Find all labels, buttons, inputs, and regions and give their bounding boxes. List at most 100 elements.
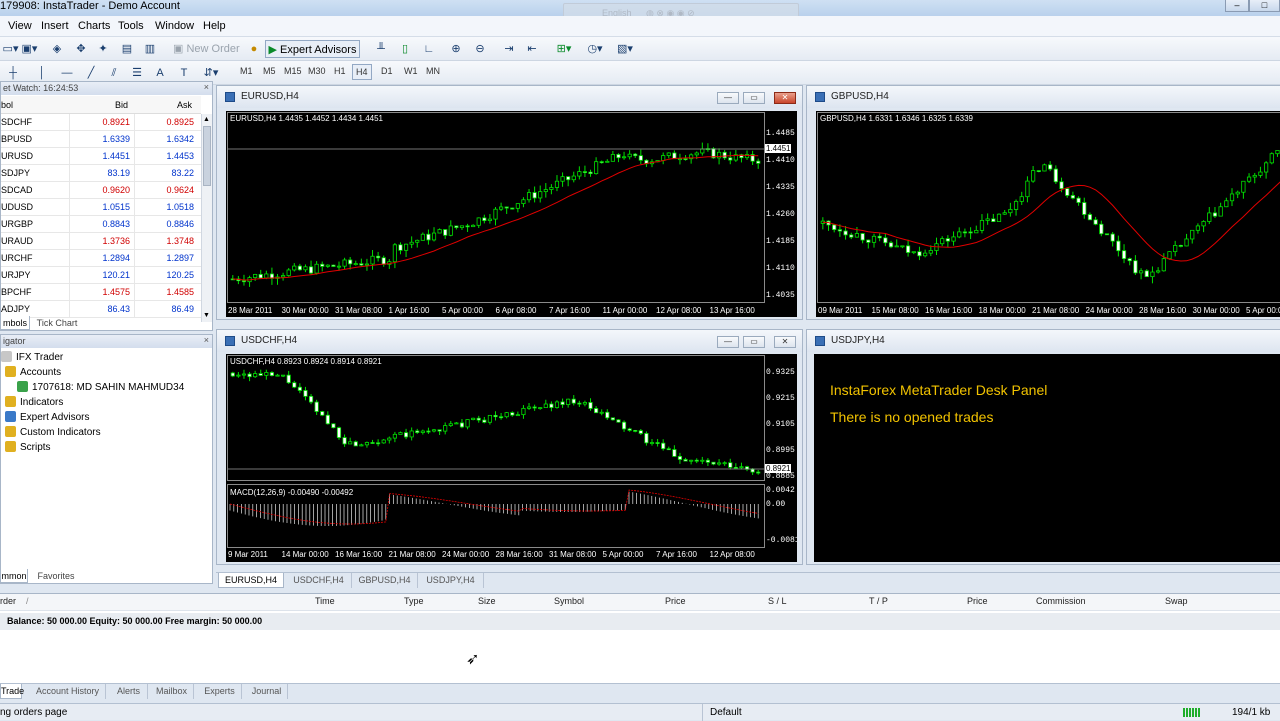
scroll-up-icon[interactable]: ▲ [203, 116, 211, 124]
line-chart-icon[interactable]: ∟ [420, 40, 438, 58]
chart-restore-button[interactable]: ▭ [743, 336, 765, 348]
market-watch-row[interactable]: ADJPY86.4386.49 [1, 301, 201, 318]
market-watch-row[interactable]: SDCAD0.96200.9624 [1, 182, 201, 199]
tab-mailbox[interactable]: Mailbox [150, 684, 194, 699]
navigator-item[interactable]: Accounts [5, 366, 61, 380]
chart-tab-eurusd[interactable]: EURUSD,H4 [218, 573, 284, 588]
col-commission[interactable]: Commission [1036, 596, 1086, 606]
chart-tab-gbpusd[interactable]: GBPUSD,H4 [352, 573, 418, 588]
text-icon[interactable]: A [153, 64, 167, 82]
price-chart-gbpusd[interactable]: GBPUSD,H4 1.6331 1.6346 1.6325 1.633909 … [816, 111, 1280, 317]
zoom-out-icon[interactable]: ⊖ [471, 40, 489, 58]
price-chart-usdchf[interactable]: USDCHF,H4 0.8923 0.8924 0.8914 0.8921MAC… [226, 354, 797, 562]
scroll-down-icon[interactable]: ▼ [203, 312, 211, 320]
info-icon[interactable]: ● [246, 40, 262, 58]
tab-journal[interactable]: Journal [246, 684, 288, 699]
chart-close-button[interactable]: ✕ [774, 336, 796, 348]
zoom-in-icon[interactable]: ⊕ [447, 40, 465, 58]
col-size[interactable]: Size [478, 596, 496, 606]
desk-panel-chart[interactable]: InstaForex MetaTrader Desk Panel There i… [814, 354, 1280, 562]
navigator-item[interactable]: Scripts [5, 441, 51, 455]
market-watch-row[interactable]: URAUD1.37361.3748 [1, 233, 201, 250]
market-watch-row[interactable]: BPUSD1.63391.6342 [1, 131, 201, 148]
market-watch-row[interactable]: URCHF1.28941.2897 [1, 250, 201, 267]
horizontal-line-icon[interactable]: — [58, 64, 76, 82]
templates-icon[interactable]: ▧▾ [612, 40, 638, 58]
col-swap[interactable]: Swap [1165, 596, 1188, 606]
menu-help[interactable]: Help [203, 20, 226, 32]
candles-icon[interactable]: ▯ [396, 40, 414, 58]
col-price[interactable]: Price [665, 596, 686, 606]
col-symbol[interactable]: Symbol [554, 596, 584, 606]
col-tp[interactable]: T / P [869, 596, 888, 606]
vertical-line-icon[interactable]: │ [35, 64, 49, 82]
expert-advisors-button[interactable]: ▶ Expert Advisors [265, 40, 360, 58]
tab-trade[interactable]: Trade [0, 684, 22, 699]
autoscroll-icon[interactable]: ⇥ [500, 40, 518, 58]
market-watch-row[interactable]: URGBP0.88430.8846 [1, 216, 201, 233]
navigator-close-icon[interactable]: × [204, 335, 209, 345]
col-bid[interactable]: Bid [115, 96, 128, 114]
menu-insert[interactable]: Insert [41, 20, 69, 32]
col-price-current[interactable]: Price [967, 596, 988, 606]
chart-title-gbpusd[interactable]: GBPUSD,H4 [807, 86, 1280, 108]
tab-symbols[interactable]: mbols [0, 316, 30, 330]
balance-row[interactable]: Balance: 50 000.00 Equity: 50 000.00 Fre… [0, 613, 1280, 630]
col-type[interactable]: Type [404, 596, 424, 606]
tf-w1[interactable]: W1 [404, 66, 418, 76]
market-watch-row[interactable]: UDUSD1.05151.0518 [1, 199, 201, 216]
terminal-icon[interactable]: ▥ [141, 40, 159, 58]
col-symbol[interactable]: bol [1, 96, 13, 114]
navigator-item[interactable]: IFX Trader [1, 351, 63, 365]
fibonacci-icon[interactable]: ☰ [128, 64, 146, 82]
tf-d1[interactable]: D1 [381, 66, 393, 76]
tf-mn[interactable]: MN [426, 66, 440, 76]
menu-charts[interactable]: Charts [78, 20, 110, 32]
col-order[interactable]: rder [0, 596, 16, 606]
tf-m15[interactable]: M15 [284, 66, 302, 76]
tab-account-history[interactable]: Account History [30, 684, 106, 699]
profiles-icon[interactable]: ◈ [48, 40, 66, 58]
crosshair-icon[interactable]: ✥ [72, 40, 90, 58]
tab-experts[interactable]: Experts [198, 684, 242, 699]
trendline-icon[interactable]: ╱ [82, 64, 100, 82]
periods-icon[interactable]: ◷▾ [583, 40, 607, 58]
tf-m1[interactable]: M1 [240, 66, 253, 76]
navigator-item[interactable]: 1707618: MD SAHIN MAHMUD34 [17, 381, 184, 395]
navigator-item[interactable]: Custom Indicators [5, 426, 101, 440]
chart-tab-usdchf[interactable]: USDCHF,H4 [286, 573, 352, 588]
minimize-button[interactable]: – [1225, 0, 1249, 12]
tab-common[interactable]: mmon [0, 569, 28, 583]
menu-tools[interactable]: Tools [118, 20, 144, 32]
new-order-button[interactable]: ▣ New Order [173, 40, 243, 58]
navigator-item[interactable]: Indicators [5, 396, 63, 410]
menu-view[interactable]: View [8, 20, 32, 32]
market-watch-row[interactable]: SDJPY83.1983.22 [1, 165, 201, 182]
new-chart-icon[interactable]: ▭▾ ▣▾ [2, 40, 38, 58]
tf-m5[interactable]: M5 [263, 66, 276, 76]
chart-restore-button[interactable]: ▭ [743, 92, 765, 104]
market-watch-close-icon[interactable]: × [204, 82, 209, 92]
chart-title-usdchf[interactable]: USDCHF,H4 [217, 330, 802, 352]
price-chart-eurusd[interactable]: EURUSD,H4 1.4435 1.4452 1.4434 1.44511.4… [226, 111, 797, 317]
col-ask[interactable]: Ask [177, 96, 192, 114]
market-watch-row[interactable]: BPCHF1.45751.4585 [1, 284, 201, 301]
col-time[interactable]: Time [315, 596, 335, 606]
chart-shift-icon[interactable]: ⇤ [523, 40, 541, 58]
crosshair-tool-icon[interactable]: ┼ [4, 64, 22, 82]
tab-tick-chart[interactable]: Tick Chart [32, 316, 82, 330]
chart-title-usdjpy[interactable]: USDJPY,H4 [807, 330, 1280, 352]
col-sl[interactable]: S / L [768, 596, 787, 606]
tf-h4[interactable]: H4 [352, 64, 372, 80]
scroll-thumb[interactable] [203, 126, 211, 186]
market-watch-scrollbar[interactable]: ▲ ▼ [201, 114, 212, 322]
chart-minimize-button[interactable]: — [717, 92, 739, 104]
tab-favorites[interactable]: Favorites [30, 569, 82, 583]
navigator-icon[interactable]: ▤ [118, 40, 136, 58]
chart-minimize-button[interactable]: — [717, 336, 739, 348]
bar-chart-icon[interactable]: ╨ [372, 40, 390, 58]
navigator-item[interactable]: Expert Advisors [5, 411, 89, 425]
tf-m30[interactable]: M30 [308, 66, 326, 76]
folder-icon[interactable]: ✦ [94, 40, 112, 58]
market-watch-row[interactable]: SDCHF0.89210.8925 [1, 114, 201, 131]
